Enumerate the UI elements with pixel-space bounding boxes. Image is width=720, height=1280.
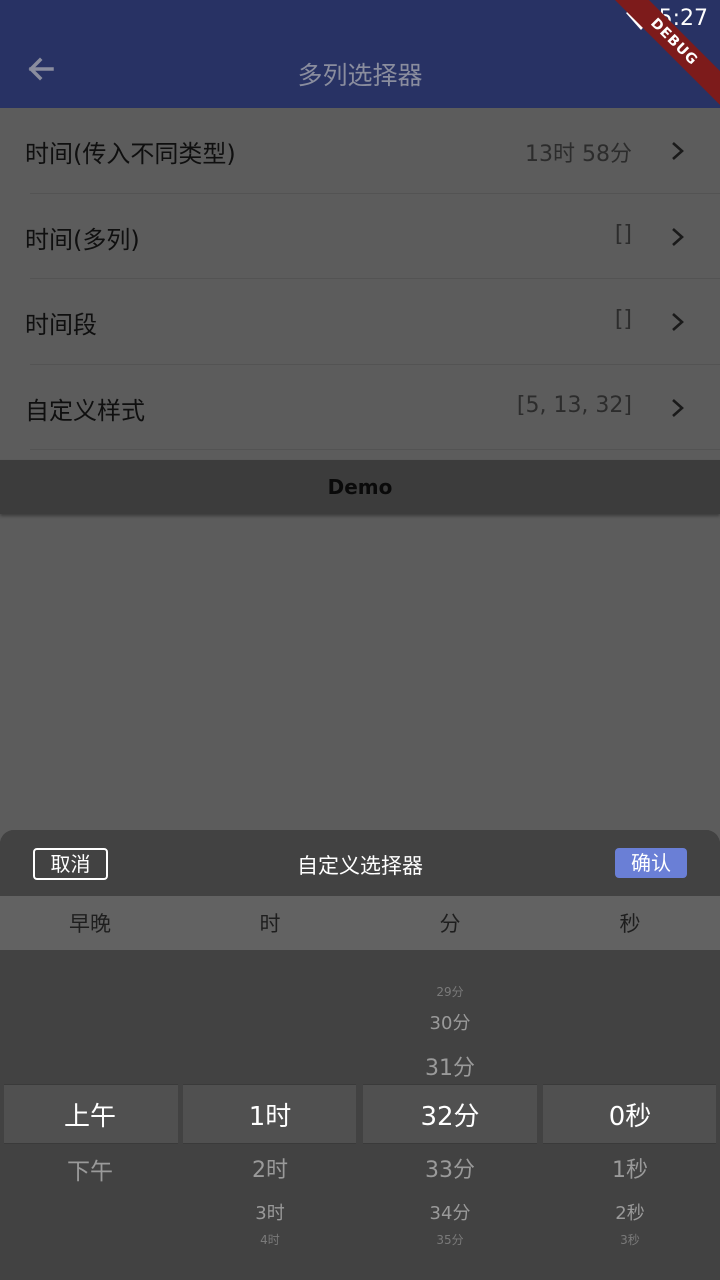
picker-column-headers: 早晚 时 分 秒 [0,896,720,950]
wheel-item[interactable]: 31分 [360,1050,540,1082]
list-item-label: 时间段 [25,311,97,339]
list-item-value: [] [614,221,632,247]
picker-sheet: 取消 自定义选择器 确认 早晚 时 分 秒 上午 下午 1时 2时 3时 4时 … [0,830,720,1280]
confirm-button[interactable]: 确认 [615,848,687,878]
wheel-item[interactable]: 30分 [360,1009,540,1035]
wheel-item[interactable]: 3时 [180,1199,360,1225]
list-item[interactable]: 时间(多列) [] [0,194,720,279]
wheel-item[interactable]: 2时 [180,1152,360,1184]
demo-button[interactable]: Demo [0,460,720,514]
wheel-item[interactable]: 3秒 [540,1231,720,1248]
list-item[interactable]: 自定义样式 [5, 13, 32] [0,365,720,450]
divider [30,449,720,450]
wheel-item-selected[interactable]: 0秒 [540,1096,720,1133]
list-item-label: 自定义样式 [25,396,145,425]
wheel-item[interactable]: 35分 [360,1231,540,1248]
chevron-right-icon [672,142,684,160]
wheel-item[interactable]: 下午 [0,1152,180,1186]
chevron-right-icon [672,313,684,331]
list-item-value: 13时 58分 [525,142,632,167]
picker-title: 自定义选择器 [297,854,423,878]
list-item-label: 时间(多列) [25,225,140,254]
page-title: 多列选择器 [297,61,423,90]
column-header-ampm: 早晚 [69,912,111,936]
wheel-item[interactable]: 29分 [360,983,540,1000]
wheel-item[interactable]: 2秒 [540,1199,720,1225]
wheel-item-selected[interactable]: 1时 [180,1096,360,1133]
list-item[interactable]: 时间(传入不同类型) 13时 58分 [0,108,720,194]
column-header-hour: 时 [259,912,281,936]
wheel-item-selected[interactable]: 上午 [0,1096,180,1133]
picker-header: 取消 自定义选择器 确认 [0,830,720,896]
wheel-item[interactable]: 1秒 [540,1152,720,1184]
wheel-item[interactable]: 34分 [360,1199,540,1225]
wheel-item[interactable]: 33分 [360,1152,540,1184]
list-item-label: 时间(传入不同类型) [25,140,236,168]
wheel-item[interactable]: 4时 [180,1231,360,1248]
column-header-second: 秒 [619,912,641,936]
picker-wheels[interactable]: 上午 下午 1时 2时 3时 4时 29分 30分 31分 32分 33分 34… [0,950,720,1280]
list-item-value: [] [614,307,632,332]
chevron-right-icon [672,398,684,417]
wheel-item-selected[interactable]: 32分 [360,1096,540,1133]
list-item[interactable]: 时间段 [] [0,279,720,365]
list-item-value: [5, 13, 32] [516,392,632,418]
chevron-right-icon [672,227,684,246]
column-header-minute: 分 [439,912,461,936]
app-bar: 5:27 DEBUG 多列选择器 [0,0,720,108]
settings-list: 时间(传入不同类型) 13时 58分 时间(多列) [] 时间段 [] 自定义样… [0,108,720,450]
